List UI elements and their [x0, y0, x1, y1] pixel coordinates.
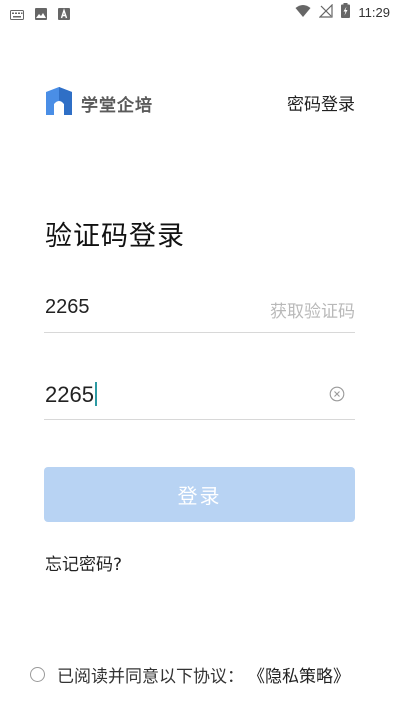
login-button[interactable]: 登录 — [44, 467, 355, 522]
status-left-icons — [10, 5, 70, 24]
logo-icon — [45, 86, 73, 120]
status-time: 11:29 — [358, 5, 390, 20]
battery-icon — [341, 3, 351, 22]
brand-name: 学堂企培 — [81, 95, 153, 116]
agreement-text: 已阅读并同意以下协议： — [57, 667, 244, 687]
code-input[interactable]: 2265 — [45, 382, 97, 408]
forgot-password-link[interactable]: 忘记密码? — [45, 550, 122, 575]
text-a-icon — [58, 5, 70, 24]
brand-logo: 学堂企培 — [45, 86, 153, 120]
image-icon — [35, 5, 47, 24]
keyboard-icon — [10, 5, 24, 24]
code-input-text: 2265 — [45, 382, 94, 407]
clear-icon[interactable] — [329, 386, 345, 402]
agreement-row: 已阅读并同意以下协议： 《隐私策略》 — [30, 662, 350, 687]
agree-radio[interactable] — [30, 667, 45, 682]
phone-input[interactable]: 2265 — [45, 296, 90, 319]
wifi-icon — [295, 3, 311, 22]
password-login-link[interactable]: 密码登录 — [287, 90, 355, 115]
status-right-icons: 11:29 — [295, 3, 390, 22]
status-bar: 11:29 — [0, 0, 400, 24]
code-field[interactable]: 2265 — [44, 374, 355, 420]
get-code-button[interactable]: 获取验证码 — [270, 297, 355, 322]
header: 学堂企培 密码登录 — [45, 84, 355, 120]
page-title: 验证码登录 — [45, 221, 185, 252]
text-cursor — [94, 382, 97, 406]
phone-field[interactable]: 2265 获取验证码 — [44, 287, 355, 333]
privacy-policy-link[interactable]: 《隐私策略》 — [248, 662, 350, 687]
no-signal-icon — [318, 3, 334, 22]
